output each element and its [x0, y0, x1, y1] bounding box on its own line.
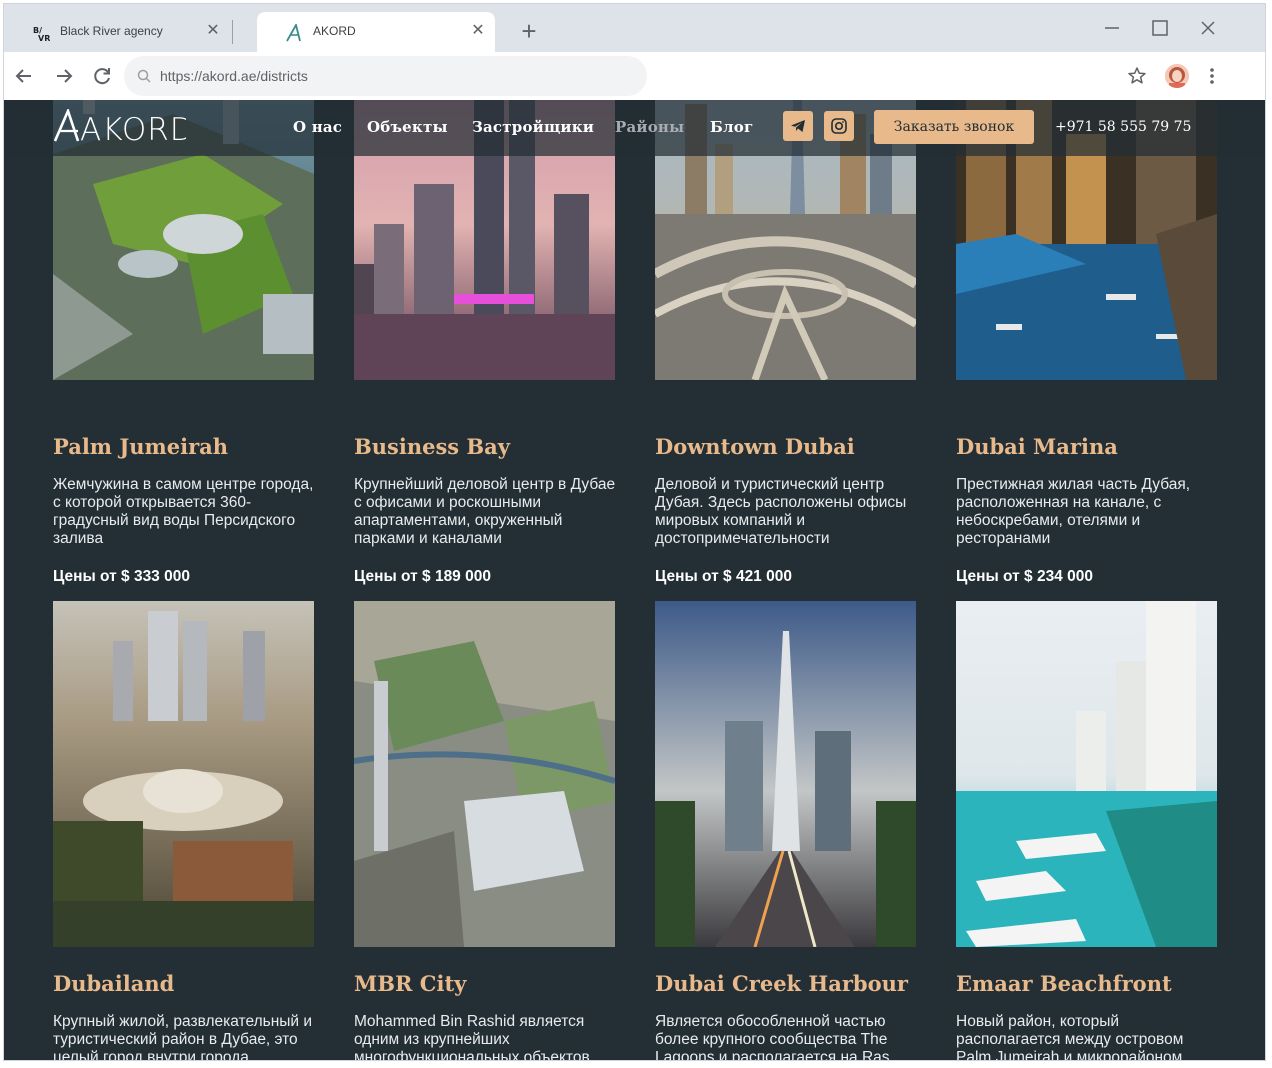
district-name[interactable]: Dubailand: [53, 971, 174, 996]
district-name[interactable]: Dubai Creek Harbour: [655, 971, 908, 996]
close-icon[interactable]: ✕: [204, 22, 222, 40]
telegram-icon: [791, 120, 805, 132]
tab-strip: B/ VR Black River agency ✕ AKORD ✕ +: [4, 4, 1265, 52]
menu-kebab-icon[interactable]: [1204, 64, 1220, 88]
browser-toolbar: https://akord.ae/districts: [4, 52, 1265, 100]
close-window-icon[interactable]: [1196, 16, 1220, 40]
reload-icon[interactable]: [90, 64, 114, 88]
forward-icon[interactable]: [52, 64, 76, 88]
district-price: Цены от $ 333 000: [53, 568, 190, 585]
bvr-logo-icon: B/ VR: [33, 26, 50, 42]
district-price: Цены от $ 421 000: [655, 568, 792, 585]
nav-about[interactable]: О нас: [293, 118, 342, 136]
profile-photo-icon: [1165, 64, 1189, 88]
order-call-button[interactable]: Заказать звонок: [874, 110, 1034, 144]
search-icon: [137, 69, 151, 83]
district-name[interactable]: Business Bay: [354, 434, 510, 459]
new-tab-icon[interactable]: +: [516, 18, 542, 44]
tab-akord[interactable]: AKORD ✕: [257, 12, 495, 52]
back-icon[interactable]: [12, 64, 36, 88]
site-header: AKORD О нас Объекты Застройщики Районы Б…: [4, 100, 1265, 156]
minimize-icon[interactable]: [1100, 16, 1124, 40]
nav-districts[interactable]: Районы: [615, 118, 684, 136]
nav-developers[interactable]: Застройщики: [472, 118, 594, 136]
district-price: Цены от $ 189 000: [354, 568, 491, 585]
page-content: AKORD О нас Объекты Застройщики Районы Б…: [4, 100, 1265, 1060]
close-icon[interactable]: ✕: [469, 22, 487, 40]
district-name[interactable]: Dubai Marina: [956, 434, 1118, 459]
district-description: Деловой и туристический центр Дубая. Зде…: [655, 476, 907, 547]
bookmark-star-icon[interactable]: [1125, 64, 1149, 88]
address-bar[interactable]: https://akord.ae/districts: [124, 56, 647, 96]
district-image-dubai-creek-harbour: [655, 601, 916, 947]
svg-text:VR: VR: [38, 34, 50, 42]
akord-logo[interactable]: AKORD: [54, 109, 186, 143]
district-description: Mohammed Bin Rashid является одним из кр…: [354, 1013, 590, 1060]
district-image-emaar-beachfront: [956, 601, 1217, 947]
district-image-dubailand: [53, 601, 314, 947]
url-text: https://akord.ae/districts: [160, 68, 308, 84]
district-description: Крупнейший деловой центр в Дубае с офиса…: [354, 476, 616, 547]
district-description: Является обособленной частью более крупн…: [655, 1013, 890, 1060]
district-name[interactable]: Palm Jumeirah: [53, 434, 228, 459]
instagram-button[interactable]: [824, 111, 854, 141]
district-description: Новый район, который располагается между…: [956, 1013, 1184, 1060]
district-description: Крупный жилой, развлекательный и туристи…: [53, 1013, 313, 1060]
district-description: Престижная жилая часть Дубая, расположен…: [956, 476, 1191, 547]
district-description: Жемчужина в самом центре города, с котор…: [53, 476, 314, 547]
tab-black-river[interactable]: B/ VR Black River agency ✕: [4, 12, 230, 52]
district-name[interactable]: Emaar Beachfront: [956, 971, 1172, 996]
nav-objects[interactable]: Объекты: [367, 118, 448, 136]
nav-blog[interactable]: Блог: [710, 118, 753, 136]
district-image-mbr-city: [354, 601, 615, 947]
browser-window: B/ VR Black River agency ✕ AKORD ✕ + htt…: [4, 4, 1265, 1060]
tab-title: AKORD: [313, 24, 356, 38]
avatar[interactable]: [1165, 64, 1189, 88]
instagram-icon: [831, 118, 847, 134]
phone-number[interactable]: +971 58 555 79 75: [1055, 119, 1191, 135]
district-name[interactable]: Downtown Dubai: [655, 434, 855, 459]
district-name[interactable]: MBR City: [354, 971, 466, 996]
telegram-button[interactable]: [783, 111, 813, 141]
akord-a-icon: [286, 24, 301, 42]
maximize-icon[interactable]: [1148, 16, 1172, 40]
tab-divider: [232, 20, 233, 44]
tab-title: Black River agency: [60, 24, 163, 38]
district-price: Цены от $ 234 000: [956, 568, 1093, 585]
